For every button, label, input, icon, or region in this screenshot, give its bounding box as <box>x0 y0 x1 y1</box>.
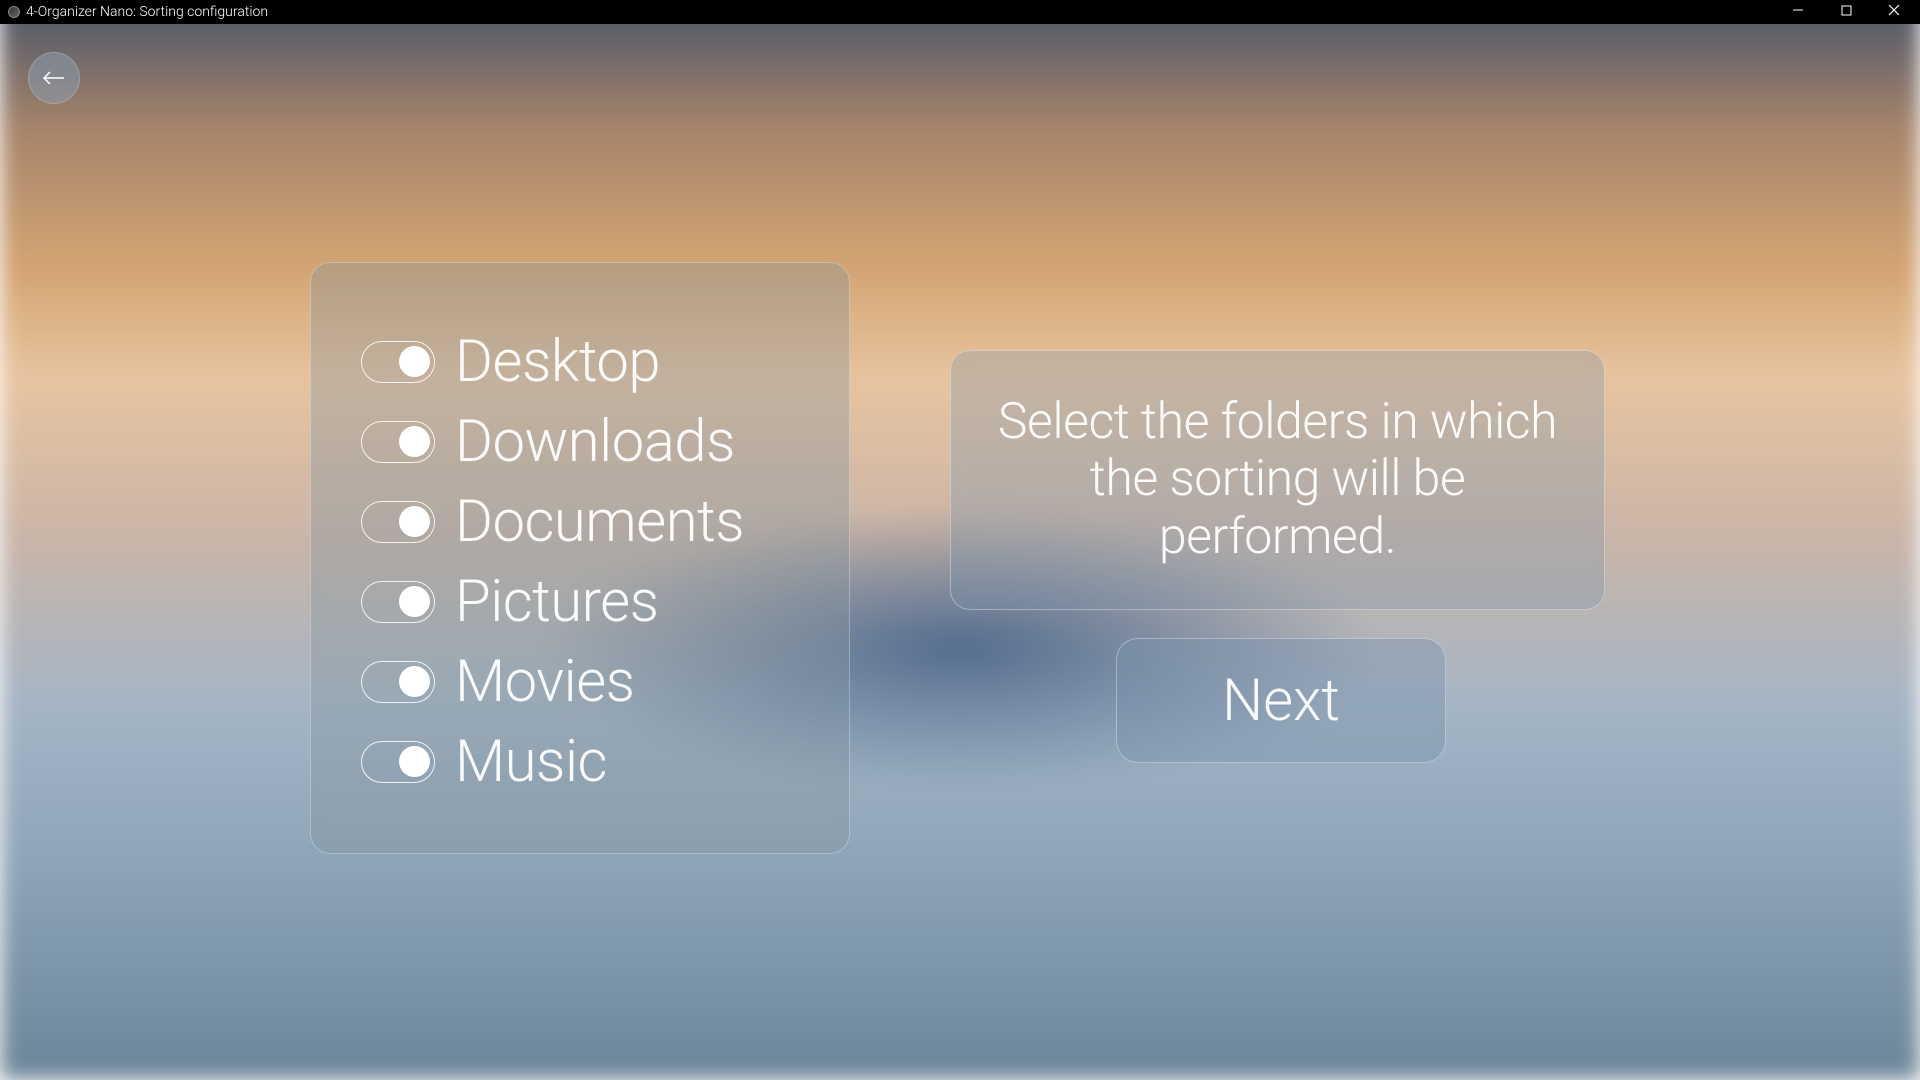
app-icon <box>8 6 20 18</box>
folder-label: Music <box>455 728 607 796</box>
toggle-desktop[interactable] <box>361 341 435 383</box>
instruction-text: Select the folders in which the sorting … <box>991 394 1564 567</box>
next-button[interactable]: Next <box>1116 638 1446 763</box>
folder-item-desktop: Desktop <box>361 328 799 396</box>
folder-item-documents: Documents <box>361 488 799 556</box>
folder-label: Movies <box>455 648 635 716</box>
toggle-knob <box>399 506 430 537</box>
toggle-knob <box>399 426 430 457</box>
folder-label: Documents <box>455 488 744 556</box>
toggle-documents[interactable] <box>361 501 435 543</box>
folder-item-downloads: Downloads <box>361 408 799 476</box>
toggle-pictures[interactable] <box>361 581 435 623</box>
folder-item-music: Music <box>361 728 799 796</box>
window-controls <box>1788 4 1912 20</box>
folder-item-pictures: Pictures <box>361 568 799 636</box>
content-area: Desktop Downloads Documents Pictures Mov… <box>0 24 1920 1080</box>
folder-label: Pictures <box>455 568 659 636</box>
window-title: 4-Organizer Nano: Sorting configuration <box>26 4 268 20</box>
arrow-left-icon <box>42 70 66 86</box>
instruction-panel: Select the folders in which the sorting … <box>950 350 1605 610</box>
toggle-knob <box>399 746 430 777</box>
toggle-movies[interactable] <box>361 661 435 703</box>
folder-label: Desktop <box>455 328 660 396</box>
title-bar: 4-Organizer Nano: Sorting configuration <box>0 0 1920 24</box>
folder-label: Downloads <box>455 408 735 476</box>
minimize-button[interactable] <box>1788 4 1808 20</box>
back-button[interactable] <box>28 52 80 104</box>
toggle-downloads[interactable] <box>361 421 435 463</box>
toggle-knob <box>399 346 430 377</box>
maximize-button[interactable] <box>1836 4 1856 20</box>
toggle-knob <box>399 666 430 697</box>
toggle-knob <box>399 586 430 617</box>
folders-panel: Desktop Downloads Documents Pictures Mov… <box>310 262 850 854</box>
close-button[interactable] <box>1884 4 1904 20</box>
next-button-label: Next <box>1222 667 1340 735</box>
folder-item-movies: Movies <box>361 648 799 716</box>
toggle-music[interactable] <box>361 741 435 783</box>
